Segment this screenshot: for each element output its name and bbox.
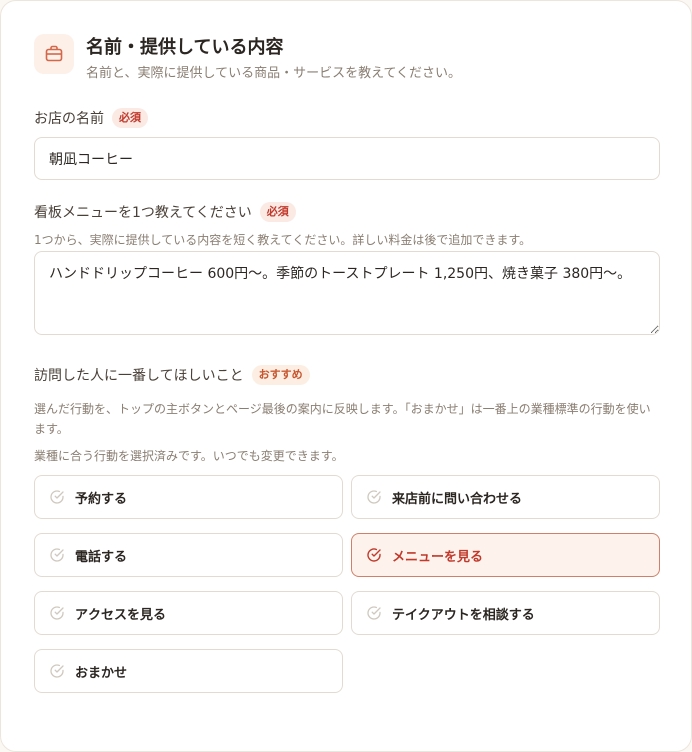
shop-name-input[interactable] <box>34 137 660 180</box>
option-inquire[interactable]: 来店前に問い合わせる <box>351 475 660 519</box>
option-access[interactable]: アクセスを見る <box>34 591 343 635</box>
shop-name-label-text: お店の名前 <box>34 111 104 127</box>
check-circle-icon <box>49 663 65 679</box>
check-circle-icon <box>49 547 65 563</box>
section-title: 名前・提供している内容 <box>86 37 284 58</box>
briefcase-icon <box>34 34 74 74</box>
required-badge: 必須 <box>259 202 296 222</box>
signature-menu-textarea[interactable]: ハンドドリップコーヒー 600円〜。季節のトーストプレート 1,250円、焼き菓… <box>34 251 660 335</box>
option-label: おまかせ <box>75 665 128 681</box>
option-label: 電話する <box>75 549 128 565</box>
signature-menu-label-text: 看板メニューを1つ教えてください <box>34 205 252 221</box>
option-call[interactable]: 電話する <box>34 533 343 577</box>
option-label: 来店前に問い合わせる <box>392 491 523 507</box>
visitor-action-description: 選んだ行動を、トップの主ボタンとページ最後の案内に反映します。「おまかせ」は一番… <box>34 402 651 436</box>
option-auto[interactable]: おまかせ <box>34 649 343 693</box>
required-badge: 必須 <box>112 108 148 128</box>
signature-menu-label: 看板メニューを1つ教えてください 必須 <box>34 202 296 222</box>
form-card: 名前・提供している内容 名前と、実際に提供している商品・サービスを教えてください… <box>0 0 692 752</box>
shop-name-label: お店の名前 必須 <box>34 108 148 128</box>
option-label: テイクアウトを相談する <box>392 607 535 623</box>
recommend-badge: おすすめ <box>251 365 310 385</box>
check-circle-icon <box>366 489 382 505</box>
option-label: 予約する <box>75 491 128 507</box>
check-circle-icon <box>49 605 65 621</box>
check-circle-icon <box>366 605 382 621</box>
option-label: アクセスを見る <box>75 607 167 623</box>
option-reserve[interactable]: 予約する <box>34 475 343 519</box>
option-takeout[interactable]: テイクアウトを相談する <box>351 591 660 635</box>
check-circle-icon <box>366 547 382 563</box>
option-view-menu[interactable]: メニューを見る <box>351 533 660 577</box>
section-subtitle: 名前と、実際に提供している商品・サービスを教えてください。 <box>86 66 462 81</box>
visitor-action-label-text: 訪問した人に一番してほしいこと <box>34 368 244 384</box>
visitor-action-label: 訪問した人に一番してほしいこと おすすめ <box>34 365 310 385</box>
signature-menu-hint: 1つから、実際に提供している内容を短く教えてください。詳しい料金は後で追加できま… <box>34 233 532 247</box>
check-circle-icon <box>49 489 65 505</box>
section-header: 名前・提供している内容 名前と、実際に提供している商品・サービスを教えてください… <box>34 34 461 83</box>
option-label: メニューを見る <box>392 549 484 565</box>
visitor-action-note: 業種に合う行動を選択済みです。いつでも変更できます。 <box>34 449 344 463</box>
